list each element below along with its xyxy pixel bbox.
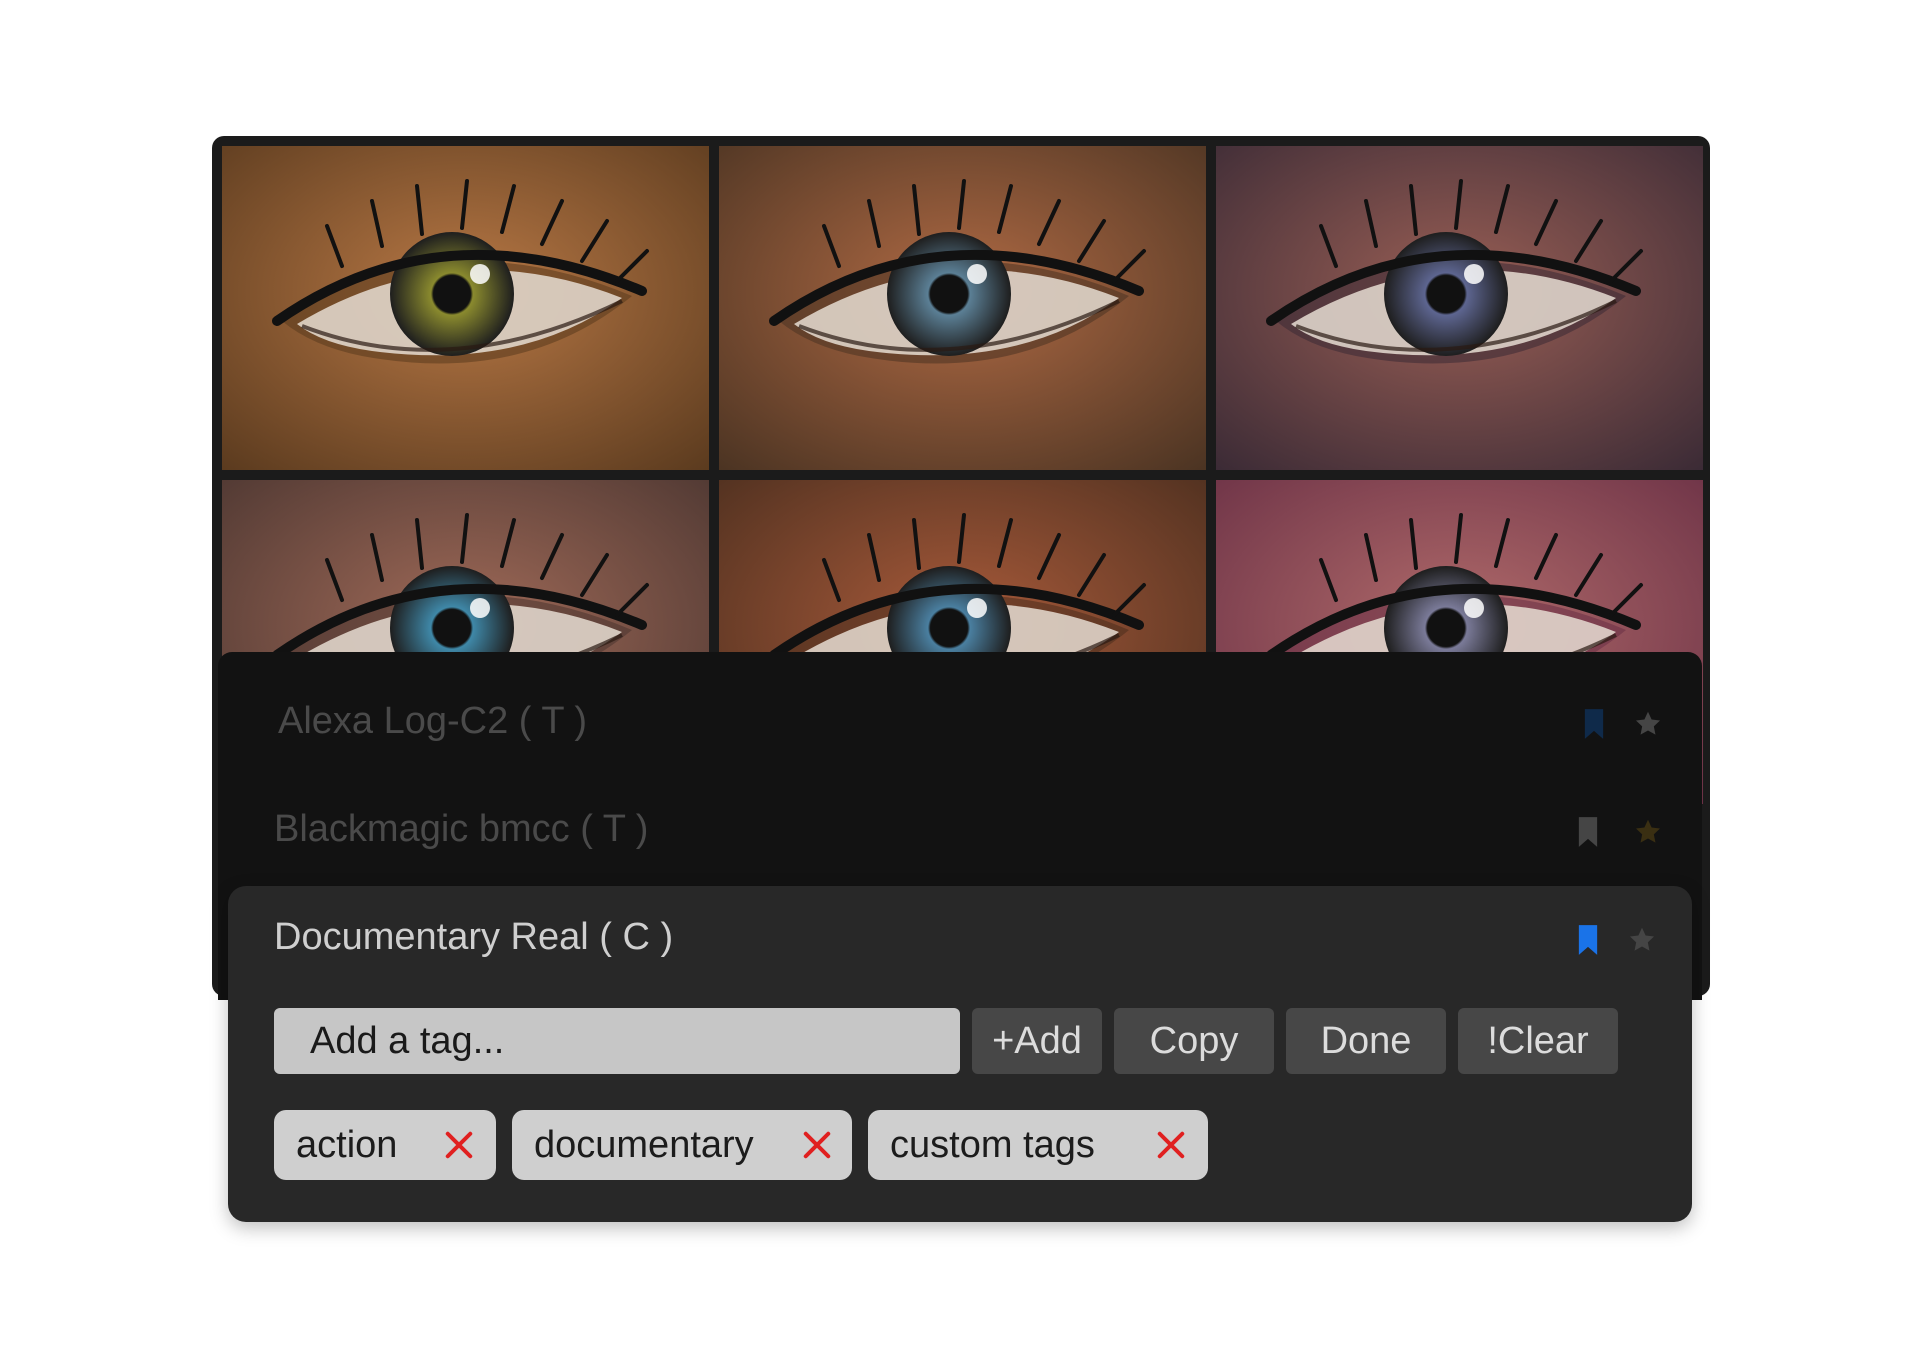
bookmark-icon[interactable] [1574, 924, 1602, 956]
list-item-title: Alexa Log-C2 ( T ) [278, 700, 588, 742]
preview-tile[interactable] [719, 146, 1206, 470]
add-tag-button[interactable]: +Add [972, 1008, 1102, 1074]
preview-tile[interactable] [222, 146, 709, 470]
list-item[interactable]: Blackmagic bmcc ( T ) [218, 796, 1702, 876]
tag-chip: action [274, 1110, 496, 1180]
list-item-title: Blackmagic bmcc ( T ) [274, 808, 649, 850]
list-item[interactable]: Alexa Log-C2 ( T ) [218, 688, 1702, 768]
bookmark-icon[interactable] [1580, 708, 1608, 740]
selected-lut-title: Documentary Real ( C ) [274, 916, 674, 958]
tag-input[interactable] [274, 1008, 960, 1074]
selected-lut-card: Documentary Real ( C ) +Add Copy Done !C… [228, 886, 1692, 1222]
close-icon[interactable] [1156, 1130, 1186, 1160]
close-icon[interactable] [444, 1130, 474, 1160]
bookmark-icon[interactable] [1574, 816, 1602, 848]
done-button[interactable]: Done [1286, 1008, 1446, 1074]
copy-tags-button[interactable]: Copy [1114, 1008, 1274, 1074]
tag-chip: documentary [512, 1110, 852, 1180]
tag-chip-label: documentary [534, 1124, 754, 1166]
clear-tags-button[interactable]: !Clear [1458, 1008, 1618, 1074]
star-icon[interactable] [1628, 924, 1656, 956]
tag-chip: custom tags [868, 1110, 1208, 1180]
app-stage: Alexa Log-C2 ( T ) Blackmagic bmcc ( T )… [0, 0, 1920, 1361]
star-icon[interactable] [1634, 708, 1662, 740]
star-icon[interactable] [1634, 816, 1662, 848]
tag-chip-label: custom tags [890, 1124, 1095, 1166]
close-icon[interactable] [802, 1130, 832, 1160]
tag-chip-label: action [296, 1124, 398, 1166]
preview-tile[interactable] [1216, 146, 1703, 470]
